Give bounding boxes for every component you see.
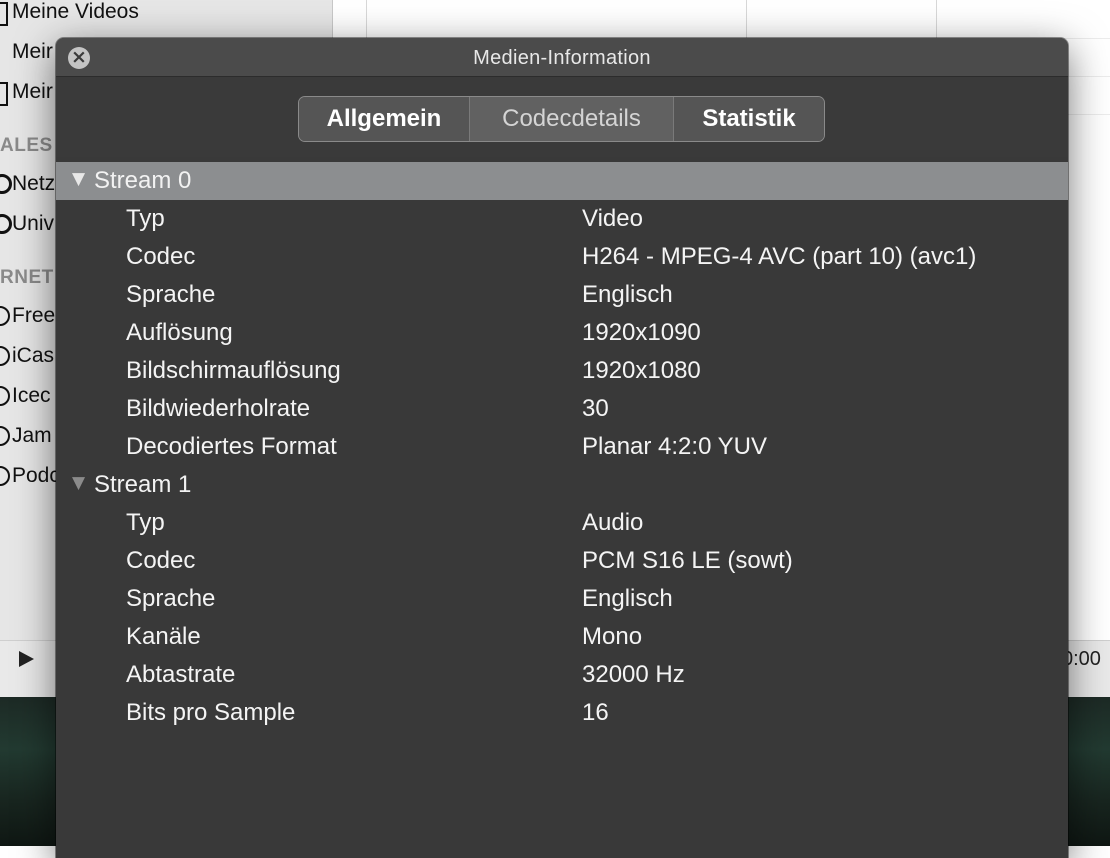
property-value: Mono	[582, 623, 643, 650]
property-value: Englisch	[582, 281, 673, 308]
media-information-panel: Medien-Information × Allgemein Codecdeta…	[56, 38, 1068, 858]
property-value: Englisch	[582, 585, 673, 612]
tab-statistics[interactable]: Statistik	[674, 97, 824, 141]
library-item-icon	[0, 2, 8, 26]
sidebar-item-jamendo[interactable]: Jam	[12, 424, 52, 448]
property-value: Video	[582, 205, 643, 232]
property-row: Bildschirmauflösung 1920x1080	[56, 352, 1068, 390]
disclosure-triangle-icon[interactable]: ▼	[72, 169, 85, 189]
sidebar-section-local: ALES	[0, 135, 53, 156]
property-value: 1920x1080	[582, 357, 701, 384]
property-value: 30	[582, 395, 609, 422]
disclosure-triangle-icon[interactable]: ▼	[72, 473, 85, 493]
sidebar-item-icast[interactable]: iCas	[12, 344, 54, 368]
property-key: Abtastrate	[126, 661, 236, 688]
codec-details-tree: ▼ Stream 0 Typ Video Codec H264 - MPEG-4…	[56, 157, 1068, 858]
tab-codec-details[interactable]: Codecdetails	[470, 97, 674, 141]
tab-bar: Allgemein Codecdetails Statistik	[56, 77, 1068, 157]
property-row: Typ Audio	[56, 504, 1068, 542]
property-value: 1920x1090	[582, 319, 701, 346]
property-key: Typ	[126, 205, 165, 232]
property-key: Bildschirmauflösung	[126, 357, 341, 384]
column-divider	[366, 0, 367, 38]
sidebar-item-my-music[interactable]: Meir	[12, 40, 53, 64]
sidebar-item-network[interactable]: Netz	[12, 172, 55, 196]
service-icon	[0, 386, 10, 406]
property-value: Audio	[582, 509, 644, 536]
window-title: Medien-Information	[473, 47, 651, 69]
titlebar: Medien-Information ×	[56, 38, 1068, 77]
close-icon[interactable]: ×	[68, 47, 90, 69]
service-icon	[0, 306, 10, 326]
column-divider	[746, 0, 747, 38]
stream-1-header[interactable]: ▼ Stream 1	[56, 466, 1068, 504]
property-row: Bits pro Sample 16	[56, 694, 1068, 732]
tab-general[interactable]: Allgemein	[299, 97, 470, 141]
property-row: Abtastrate 32000 Hz	[56, 656, 1068, 694]
property-key: Auflösung	[126, 319, 233, 346]
pictures-library-icon	[0, 82, 8, 106]
property-row: Codec H264 - MPEG-4 AVC (part 10) (avc1)	[56, 238, 1068, 276]
property-key: Typ	[126, 509, 165, 536]
service-icon	[0, 346, 10, 366]
sidebar-item-my-videos[interactable]: Meine Videos	[12, 0, 139, 24]
property-row: Kanäle Mono	[56, 618, 1068, 656]
property-row: Decodiertes Format Planar 4:2:0 YUV	[56, 428, 1068, 466]
sidebar-item-free[interactable]: Free	[12, 304, 55, 328]
property-row: Sprache Englisch	[56, 276, 1068, 314]
stream-0-header[interactable]: ▼ Stream 0	[56, 162, 1068, 200]
property-key: Sprache	[126, 281, 216, 308]
stream-label: Stream 0	[94, 167, 192, 194]
service-icon	[0, 466, 10, 486]
property-row: Codec PCM S16 LE (sowt)	[56, 542, 1068, 580]
sidebar-item-podcasts[interactable]: Podc	[12, 464, 60, 488]
property-key: Sprache	[126, 585, 216, 612]
property-value: 32000 Hz	[582, 661, 685, 688]
property-value: Planar 4:2:0 YUV	[582, 433, 768, 460]
stream-label: Stream 1	[94, 471, 192, 498]
property-key: Codec	[126, 243, 196, 270]
service-icon	[0, 426, 10, 446]
property-row: Bildwiederholrate 30	[56, 390, 1068, 428]
play-icon[interactable]	[19, 651, 34, 667]
sidebar-item-upnp[interactable]: Univ	[12, 212, 54, 236]
sidebar-item-icecast[interactable]: Icec	[12, 384, 51, 408]
sidebar-item-my-pictures[interactable]: Meir	[12, 80, 53, 104]
property-key: Bildwiederholrate	[126, 395, 311, 422]
network-icon	[0, 174, 12, 194]
column-divider	[936, 0, 937, 38]
property-row: Auflösung 1920x1090	[56, 314, 1068, 352]
property-key: Decodiertes Format	[126, 433, 337, 460]
property-key: Kanäle	[126, 623, 201, 650]
segmented-control: Allgemein Codecdetails Statistik	[298, 96, 825, 142]
property-value: 16	[582, 699, 609, 726]
property-value: H264 - MPEG-4 AVC (part 10) (avc1)	[582, 243, 977, 270]
sidebar-section-internet: RNET	[0, 267, 54, 288]
property-row: Sprache Englisch	[56, 580, 1068, 618]
upnp-icon	[0, 214, 12, 234]
property-key: Bits pro Sample	[126, 699, 296, 726]
property-value: PCM S16 LE (sowt)	[582, 547, 793, 574]
property-key: Codec	[126, 547, 196, 574]
property-row: Typ Video	[56, 200, 1068, 238]
